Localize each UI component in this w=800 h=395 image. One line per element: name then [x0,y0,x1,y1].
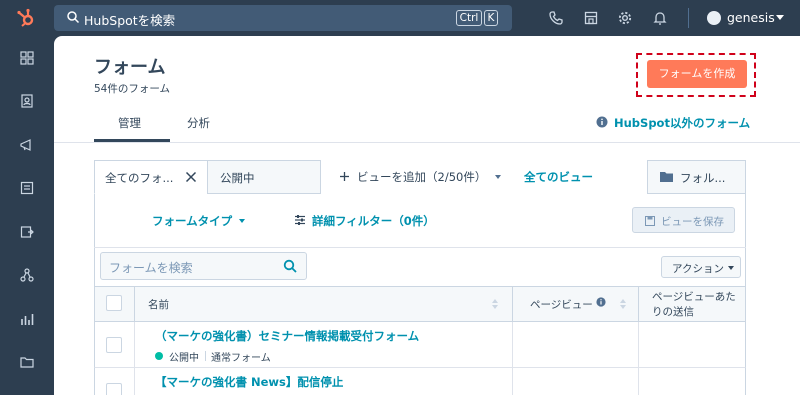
row-divider [512,368,513,395]
row-divider [512,322,513,368]
info-icon[interactable] [596,297,606,307]
sort-icon[interactable] [620,299,626,309]
save-disk-icon [645,216,655,226]
header-divider [638,286,639,322]
row-checkbox[interactable] [106,337,122,353]
add-view-chevron-down-icon[interactable] [495,175,501,179]
form-search-placeholder: フォームを検索 [109,261,193,275]
header-page-views[interactable]: ページビュー [530,297,593,312]
add-view-button[interactable]: ビューを追加（2/50件） [357,169,486,185]
actions-chevron-down-icon [728,266,734,270]
status-divider [205,351,206,361]
view-tab-published[interactable]: 公開中 [207,160,321,194]
table-header [94,286,746,322]
contacts-icon[interactable] [19,93,35,109]
form-type-chevron-down-icon[interactable] [239,219,245,223]
sales-icon[interactable] [19,224,35,240]
library-folder-icon[interactable] [19,354,35,370]
status-published-dot [155,352,163,360]
tabs-divider [54,142,800,143]
header-name[interactable]: 名前 [148,297,169,312]
close-view-tab-icon[interactable] [185,171,197,183]
external-forms-link[interactable]: HubSpot以外のフォーム [614,115,750,131]
content-icon[interactable] [19,180,35,196]
reports-icon[interactable] [19,311,35,327]
automation-icon[interactable] [19,267,35,283]
row-divider [134,368,135,395]
view-tab-all-label: 全てのフォ... [105,171,174,185]
actions-dropdown[interactable]: アクション [661,256,741,278]
search-icon [67,11,80,24]
form-search-input[interactable]: フォームを検索 [100,252,307,280]
dashboard-grid-icon[interactable] [19,50,35,66]
shortcut-k-key: K [484,10,498,26]
main-content-panel: フォーム 54件のフォーム フォームを作成 管理 分析 HubSpot以外のフォ… [54,36,800,395]
plus-icon [340,172,349,181]
account-menu-chevron-down-icon[interactable] [776,15,784,20]
page-title: フォーム [94,57,166,78]
header-submissions-line2[interactable]: りの送信 [652,304,694,319]
account-name[interactable]: genesis [727,10,775,25]
form-type-label: 通常フォーム [211,353,271,364]
create-form-button[interactable]: フォームを作成 [647,60,747,88]
form-count: 54件のフォーム [94,83,171,95]
filter-sliders-icon [295,215,305,225]
header-divider [512,286,513,322]
folders-label: フォル... [680,171,726,185]
notification-bell-icon[interactable] [652,10,668,26]
header-submissions-line1[interactable]: ページビューあた [652,289,736,304]
hubspot-logo-icon[interactable] [16,8,36,28]
top-navigation-bar: HubSpotを検索 Ctrl K genesis [0,0,800,36]
status-badge: 公開中 [169,353,199,364]
save-view-label: ビューを保存 [661,216,724,228]
marketing-megaphone-icon[interactable] [19,137,35,153]
all-views-link[interactable]: 全てのビュー [524,169,593,185]
topbar-divider [688,8,689,28]
actions-label: アクション [672,263,724,275]
search-icon[interactable] [283,259,297,273]
form-type-filter[interactable]: フォームタイプ [152,213,232,229]
row-divider [134,322,135,368]
info-icon [596,116,608,128]
form-name-link[interactable]: 【マーケの強化書 News】配信停止 [155,374,343,390]
row-checkbox[interactable] [106,383,122,395]
global-search-placeholder: HubSpotを検索 [84,13,176,28]
settings-gear-icon[interactable] [617,10,633,26]
select-all-checkbox[interactable] [106,295,122,311]
advanced-filter-button[interactable]: 詳細フィルター（0件） [312,213,435,229]
header-divider [134,286,135,322]
account-avatar[interactable] [707,11,721,25]
save-view-button[interactable]: ビューを保存 [632,207,735,233]
folders-button[interactable]: フォル... [647,160,746,194]
view-tab-all-forms[interactable]: 全てのフォ... [94,160,208,194]
global-search-input[interactable]: HubSpotを検索 Ctrl K [54,5,512,31]
row-divider [638,368,639,395]
filter-divider [94,247,746,248]
view-tab-published-label: 公開中 [220,171,255,185]
tab-manage[interactable]: 管理 [118,115,141,131]
sort-icon[interactable] [492,299,498,309]
tab-analyze[interactable]: 分析 [187,115,210,131]
phone-icon[interactable] [548,10,564,26]
shortcut-ctrl-key: Ctrl [456,10,482,26]
form-name-link[interactable]: （マーケの強化書）セミナー情報掲載受付フォーム [155,328,419,344]
left-sidebar-nav [0,36,54,395]
row-divider [638,322,639,368]
folder-icon [660,172,673,182]
marketplace-icon[interactable] [583,10,599,26]
